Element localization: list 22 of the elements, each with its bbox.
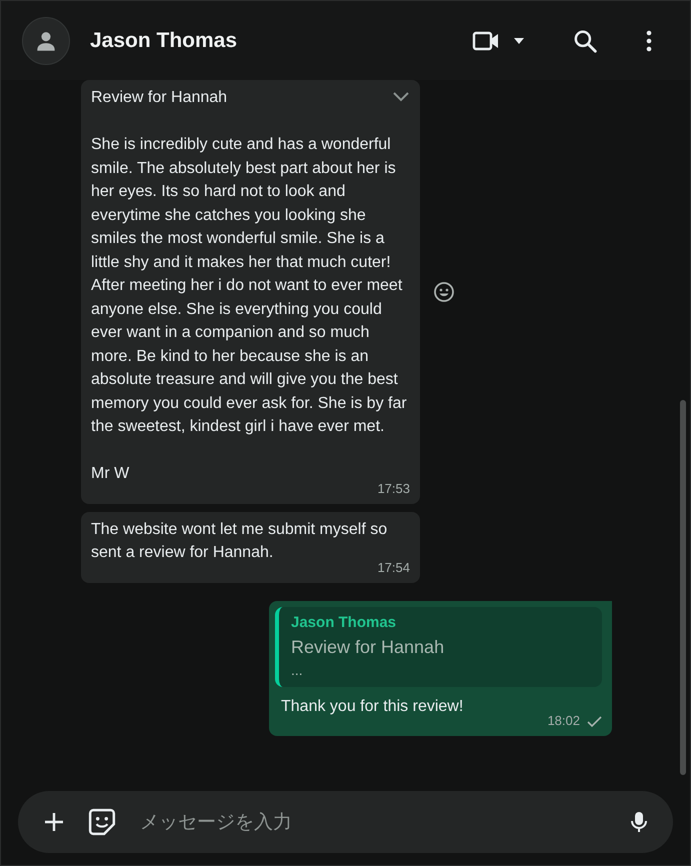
contact-name[interactable]: Jason Thomas	[90, 28, 238, 52]
caret-icon[interactable]	[513, 36, 525, 44]
quote-author: Jason Thomas	[291, 612, 398, 632]
scrollbar[interactable]	[680, 400, 686, 775]
search-icon[interactable]	[572, 28, 598, 54]
quote-text: Review for Hannah	[291, 636, 446, 658]
message-text: Mr W	[91, 464, 130, 484]
message-input[interactable]: メッセージを入力	[138, 810, 605, 834]
message-text: She is incredibly cute and has a wonderful smile. The absolutely best part about her is her eyes. Its so hard not to look and everytime she catches you looking she smiles the most wonderful smile. She is a little shy and it makes her that much cuter! After meeting her i do not want to ever meet anyone else. She is everything you could ever want in a companion and so much more. Be kind to her because she is an absolute treasure and will give you the best memory you could ever ask for. She is by far the sweetest, kindest girl i have ever met.	[91, 135, 408, 437]
menu-icon[interactable]	[646, 30, 652, 52]
message-time: 18:02	[547, 712, 580, 730]
message-text: Review for Hannah	[91, 88, 228, 108]
quote-ellipsis: ...	[291, 660, 304, 678]
sticker-icon[interactable]	[88, 808, 116, 836]
avatar[interactable]	[22, 16, 70, 64]
composer-bar[interactable]: メッセージを入力	[18, 791, 673, 853]
message-text: Thank you for this review!	[281, 696, 464, 716]
quoted-message[interactable]: Jason Thomas Review for Hannah ...	[275, 606, 602, 686]
chevron-down-icon[interactable]	[392, 92, 410, 102]
emoji-icon[interactable]	[433, 280, 455, 303]
message-time: 17:53	[377, 480, 410, 498]
plus-icon[interactable]	[42, 810, 66, 834]
